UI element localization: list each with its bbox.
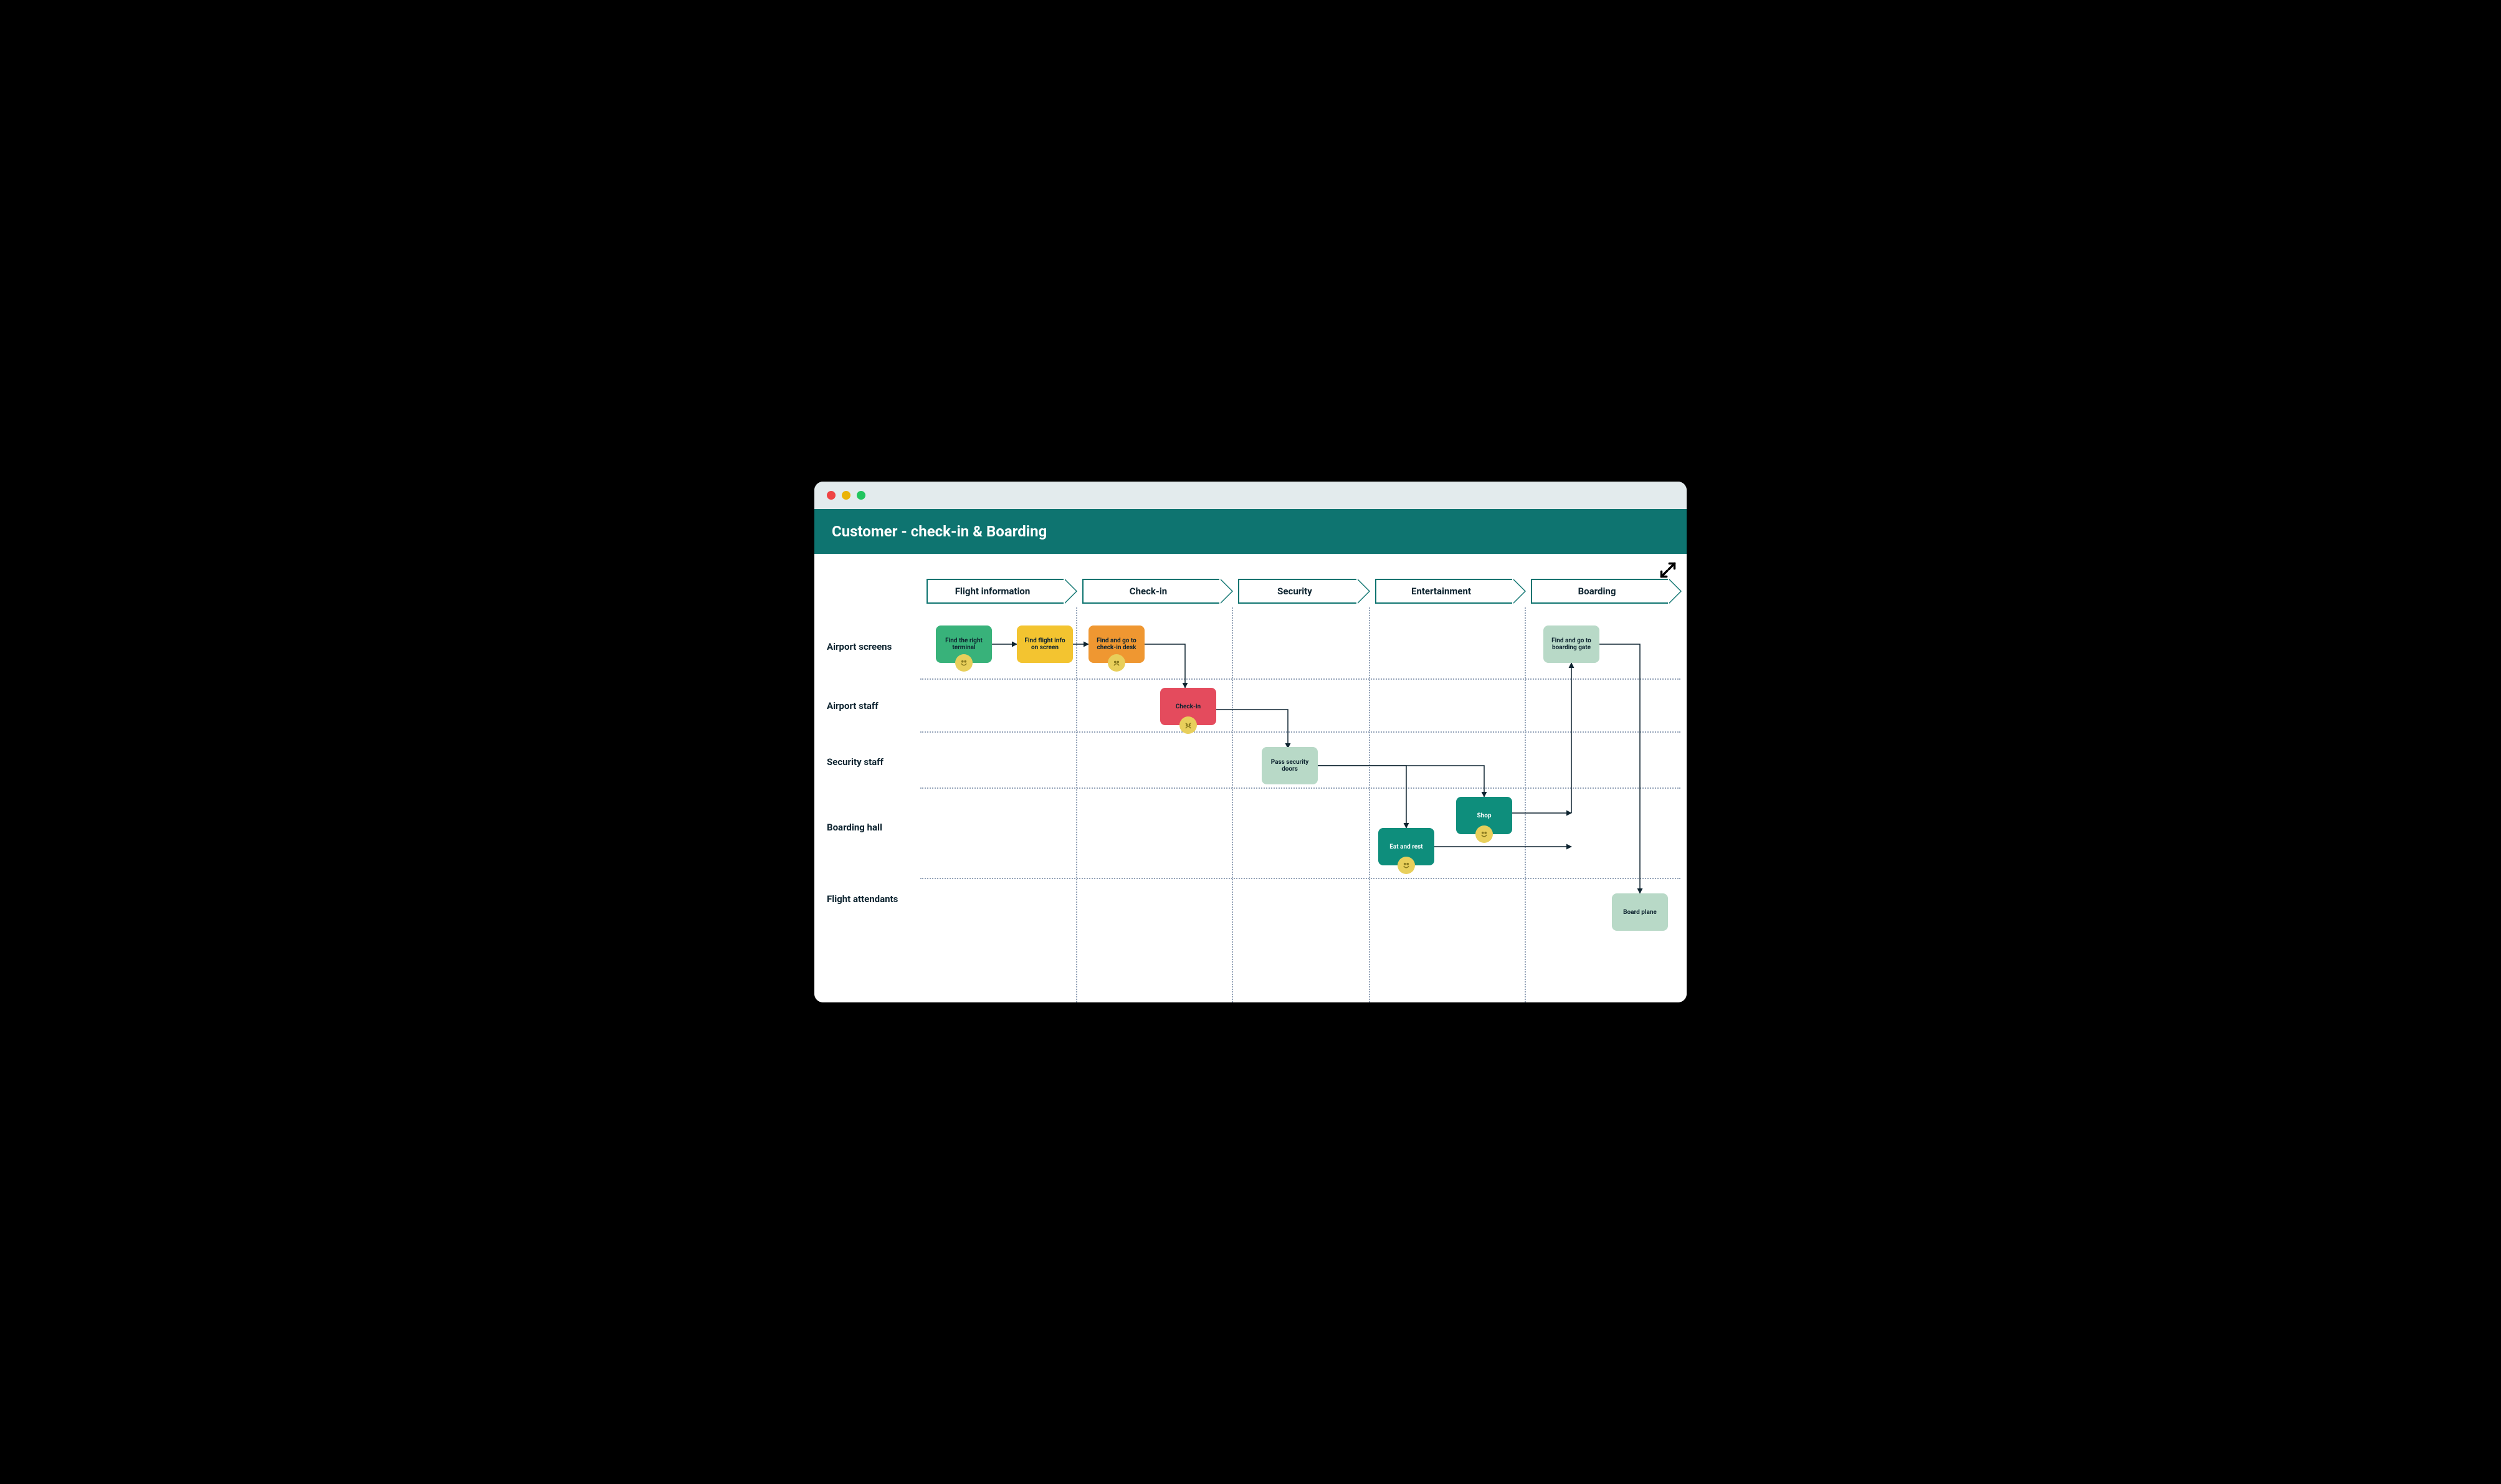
phase-label: Check-in — [1130, 586, 1167, 597]
traffic-light-close-icon[interactable] — [827, 491, 836, 500]
step-label: Shop — [1477, 812, 1491, 819]
phase-label: Boarding — [1578, 586, 1616, 597]
connector-layer — [814, 554, 1687, 1002]
step-find-terminal[interactable]: Find the right terminal — [936, 625, 992, 663]
lane-separator — [920, 787, 1680, 789]
lane-airport-screens: Airport screens — [827, 641, 892, 652]
lane-security-staff: Security staff — [827, 756, 884, 768]
phase-label: Entertainment — [1411, 586, 1471, 597]
phase-boarding: Boarding — [1531, 579, 1668, 604]
diagram-canvas: Flight information Check-in Security Ent… — [814, 554, 1687, 1002]
lane-separator — [920, 731, 1680, 733]
window-titlebar — [814, 482, 1687, 509]
phase-label: Security — [1277, 586, 1312, 597]
traffic-light-zoom-icon[interactable] — [857, 491, 865, 500]
phase-security: Security — [1238, 579, 1356, 604]
step-label: Find and go to check-in desk — [1092, 637, 1141, 651]
page-title: Customer - check-in & Boarding — [832, 523, 1047, 540]
step-label: Check-in — [1176, 703, 1201, 710]
traffic-light-minimize-icon[interactable] — [842, 491, 850, 500]
step-checkin[interactable]: Check-in — [1160, 688, 1216, 725]
step-flight-info[interactable]: Find flight info on screen — [1017, 625, 1073, 663]
happy-face-icon — [955, 654, 973, 672]
phase-flight-information: Flight information — [927, 579, 1064, 604]
lane-boarding-hall: Boarding hall — [827, 822, 882, 833]
page-header: Customer - check-in & Boarding — [814, 509, 1687, 554]
step-go-checkin-desk[interactable]: Find and go to check-in desk — [1089, 625, 1145, 663]
app-window: Customer - check-in & Boarding Flight in… — [814, 482, 1687, 1002]
step-security[interactable]: Pass security doors — [1262, 747, 1318, 784]
step-board-plane[interactable]: Board plane — [1612, 893, 1668, 931]
expand-icon[interactable] — [1659, 561, 1677, 579]
step-label: Pass security doors — [1265, 759, 1314, 773]
lane-separator — [920, 678, 1680, 680]
phase-separator — [1232, 607, 1233, 1002]
step-label: Find the right terminal — [940, 637, 988, 651]
lane-separator — [920, 878, 1680, 879]
lane-flight-attendants: Flight attendants — [827, 893, 898, 905]
phase-entertainment: Entertainment — [1375, 579, 1512, 604]
phase-separator — [1525, 607, 1526, 1002]
step-label: Eat and rest — [1389, 844, 1422, 850]
phase-label: Flight information — [955, 586, 1031, 597]
happy-face-icon — [1475, 825, 1493, 843]
step-label: Find flight info on screen — [1021, 637, 1069, 651]
angry-face-icon — [1179, 716, 1197, 734]
phase-separator — [1076, 607, 1077, 1002]
sad-face-icon — [1108, 654, 1125, 672]
step-eat-rest[interactable]: Eat and rest — [1378, 828, 1434, 865]
lane-airport-staff: Airport staff — [827, 700, 879, 711]
step-label: Find and go to boarding gate — [1547, 637, 1596, 651]
happy-face-icon — [1398, 857, 1415, 874]
step-shop[interactable]: Shop — [1456, 797, 1512, 834]
step-label: Board plane — [1623, 909, 1657, 916]
phase-separator — [1369, 607, 1370, 1002]
phase-check-in: Check-in — [1082, 579, 1219, 604]
step-go-gate[interactable]: Find and go to boarding gate — [1543, 625, 1599, 663]
